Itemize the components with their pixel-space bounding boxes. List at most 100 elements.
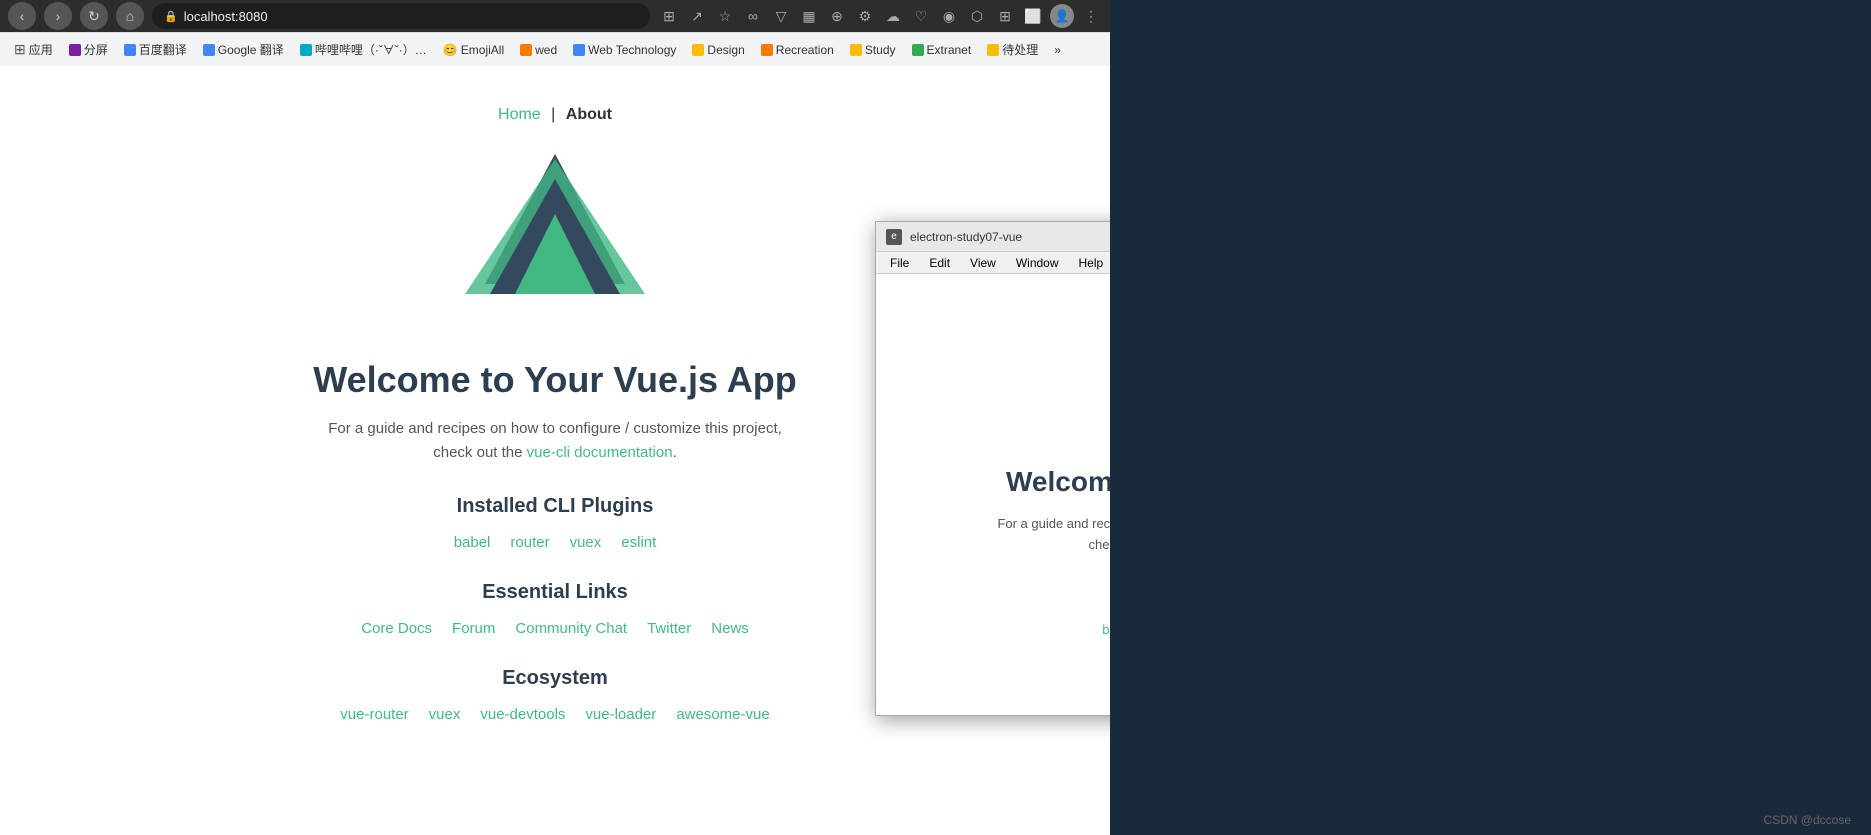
bookmark-design-label: Design <box>707 43 744 57</box>
menu-help[interactable]: Help <box>1071 254 1110 272</box>
bookmark-wed[interactable]: wed <box>514 41 563 59</box>
menu-edit[interactable]: Edit <box>921 254 958 272</box>
ext1-icon[interactable]: ∞ <box>742 5 764 27</box>
profile-avatar[interactable]: 👤 <box>1050 4 1074 28</box>
eco-awesome-vue[interactable]: awesome-vue <box>676 706 769 723</box>
electron-app-icon: e <box>886 229 902 245</box>
nav-home-link[interactable]: Home <box>498 106 541 123</box>
browser-window: ‹ › ↻ ⌂ 🔒 localhost:8080 ⊞ ↗ ☆ ∞ ▽ ▦ ⊕ ⚙… <box>0 0 1110 835</box>
ext10-icon[interactable]: ⊞ <box>994 5 1016 27</box>
watermark: CSDN @dccose <box>1763 813 1851 827</box>
ext5-icon[interactable]: ⚙ <box>854 5 876 27</box>
link-forum[interactable]: Forum <box>452 620 495 637</box>
electron-plugin-babel[interactable]: babel <box>1102 622 1110 637</box>
menu-file[interactable]: File <box>882 254 917 272</box>
study-icon <box>850 44 862 56</box>
bookmark-fenyi[interactable]: 分屏 <box>63 39 114 60</box>
bookmark-recreation[interactable]: Recreation <box>755 41 840 59</box>
share-icon[interactable]: ↗ <box>686 5 708 27</box>
emoji-icon: 😊 <box>443 43 458 57</box>
bookmark-fenyi-label: 分屏 <box>84 41 108 58</box>
vue-cli-docs-link[interactable]: vue-cli documentation <box>527 444 673 461</box>
bookmark-google-trans[interactable]: Google 翻译 <box>197 39 290 60</box>
wed-icon <box>520 44 532 56</box>
bookmark-emoji[interactable]: 😊 EmojiAll <box>437 41 510 59</box>
bilibili-icon <box>300 44 312 56</box>
link-news[interactable]: News <box>711 620 749 637</box>
electron-nav: Home | About <box>891 294 1110 310</box>
url-text: localhost:8080 <box>184 9 268 24</box>
bookmark-extranet[interactable]: Extranet <box>906 41 978 59</box>
menu-window[interactable]: Window <box>1008 254 1067 272</box>
menu-view[interactable]: View <box>962 254 1004 272</box>
ext2-icon[interactable]: ▽ <box>770 5 792 27</box>
browser-toolbar: ⊞ ↗ ☆ ∞ ▽ ▦ ⊕ ⚙ ☁ ♡ ◉ ⬡ ⊞ ⬜ 👤 ⋮ <box>658 4 1102 28</box>
ext4-icon[interactable]: ⊕ <box>826 5 848 27</box>
bookmark-study[interactable]: Study <box>844 41 902 59</box>
electron-app-title: Welcome to Your Vue.js App <box>891 466 1110 498</box>
extension-icon[interactable]: ⊞ <box>658 5 680 27</box>
more-bookmarks[interactable]: » <box>1048 41 1067 59</box>
electron-app-subtitle: For a guide and recipes on how to config… <box>891 514 1110 556</box>
bookmark-pending-label: 待处理 <box>1002 41 1038 58</box>
forward-button[interactable]: › <box>44 2 72 30</box>
plugin-router[interactable]: router <box>510 534 549 551</box>
address-bar[interactable]: 🔒 localhost:8080 <box>152 3 650 29</box>
nav-about-link[interactable]: About <box>566 106 612 123</box>
menu-icon[interactable]: ⋮ <box>1080 5 1102 27</box>
eco-vue-router[interactable]: vue-router <box>340 706 408 723</box>
bookmark-baidu-trans[interactable]: 百度翻译 <box>118 39 193 60</box>
plugin-vuex[interactable]: vuex <box>570 534 602 551</box>
bookmark-emoji-label: EmojiAll <box>461 43 504 57</box>
ext9-icon[interactable]: ⬡ <box>966 5 988 27</box>
electron-scroll-area[interactable]: Home | About <box>876 274 1110 715</box>
back-button[interactable]: ‹ <box>8 2 36 30</box>
link-core-docs[interactable]: Core Docs <box>361 620 432 637</box>
bookmark-web-tech-label: Web Technology <box>588 43 676 57</box>
reload-button[interactable]: ↻ <box>80 2 108 30</box>
browser-content: Home | About Welcome to <box>0 66 1110 835</box>
vue-logo <box>455 154 655 329</box>
eco-vue-loader[interactable]: vue-loader <box>585 706 656 723</box>
bookmark-study-label: Study <box>865 43 896 57</box>
ext3-icon[interactable]: ▦ <box>798 5 820 27</box>
dark-background-right <box>1110 0 1871 835</box>
apps-grid-icon: ⊞ <box>14 41 26 58</box>
electron-cli-plugins: babel router vuex eslint <box>891 622 1110 637</box>
baidu-trans-icon <box>124 44 136 56</box>
plugin-eslint[interactable]: eslint <box>621 534 656 551</box>
bookmark-google-trans-label: Google 翻译 <box>218 41 284 58</box>
eco-vue-devtools[interactable]: vue-devtools <box>480 706 565 723</box>
design-icon <box>692 44 704 56</box>
plugin-babel[interactable]: babel <box>454 534 491 551</box>
web-tech-icon <box>573 44 585 56</box>
window-switch-icon[interactable]: ⬜ <box>1022 5 1044 27</box>
bookmark-wed-label: wed <box>535 43 557 57</box>
fenyi-icon <box>69 44 81 56</box>
bookmark-recreation-label: Recreation <box>776 43 834 57</box>
extranet-icon <box>912 44 924 56</box>
browser-titlebar: ‹ › ↻ ⌂ 🔒 localhost:8080 ⊞ ↗ ☆ ∞ ▽ ▦ ⊕ ⚙… <box>0 0 1110 32</box>
google-trans-icon <box>203 44 215 56</box>
link-twitter[interactable]: Twitter <box>647 620 691 637</box>
nav-separator: | <box>551 106 555 123</box>
bookmark-baidu-trans-label: 百度翻译 <box>139 41 187 58</box>
bookmarks-bar: ⊞ 应用 分屏 百度翻译 Google 翻译 哔哩哔哩（·ˇ∀ˇ·）… 😊 Em… <box>0 32 1110 66</box>
electron-window: e electron-study07-vue ─ □ ✕ File Edit V… <box>875 221 1110 716</box>
electron-window-title: electron-study07-vue <box>910 230 1110 244</box>
star-icon[interactable]: ☆ <box>714 5 736 27</box>
bookmark-bilibili[interactable]: 哔哩哔哩（·ˇ∀ˇ·）… <box>294 39 433 60</box>
home-button[interactable]: ⌂ <box>116 2 144 30</box>
bookmark-bilibili-label: 哔哩哔哩（·ˇ∀ˇ·）… <box>315 41 427 58</box>
ext6-icon[interactable]: ☁ <box>882 5 904 27</box>
ext7-icon[interactable]: ♡ <box>910 5 932 27</box>
link-community-chat[interactable]: Community Chat <box>515 620 627 637</box>
bookmark-web-tech[interactable]: Web Technology <box>567 41 682 59</box>
eco-vuex[interactable]: vuex <box>429 706 461 723</box>
ext8-icon[interactable]: ◉ <box>938 5 960 27</box>
pending-icon <box>987 44 999 56</box>
bookmark-apps[interactable]: ⊞ 应用 <box>8 39 59 60</box>
bookmark-design[interactable]: Design <box>686 41 750 59</box>
electron-cli-plugins-title: Installed CLI Plugins <box>891 586 1110 606</box>
bookmark-pending[interactable]: 待处理 <box>981 39 1044 60</box>
